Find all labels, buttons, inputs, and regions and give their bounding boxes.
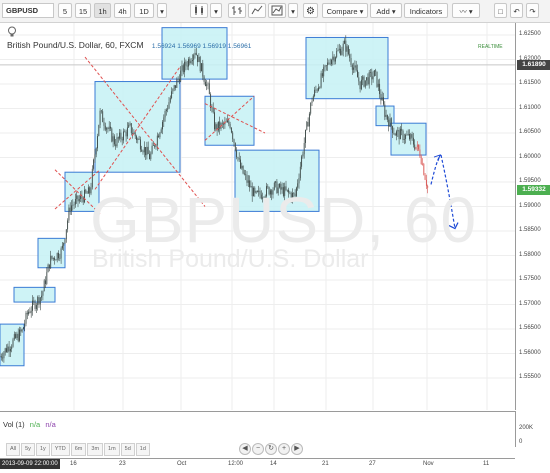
range-button-1m[interactable]: 1m [104,443,120,456]
price-tick: 1.58500 [519,227,541,233]
gear-icon: ⚙ [306,6,315,17]
volume-value-2: n/a [45,420,56,429]
range-button-5y[interactable]: 5y [21,443,35,456]
range-button-all[interactable]: All [6,443,21,456]
time-label: 16 [70,461,77,467]
price-tick: 1.62000 [519,55,541,62]
volume-axis: 200K 0 [515,411,550,447]
interval-dropdown-button[interactable]: ▾ [157,3,167,18]
area-chart-icon [251,5,263,15]
price-tick: 1.57000 [519,300,541,307]
templates-button[interactable]: 〰 ▾ [452,3,480,18]
chevron-down-icon: ▾ [391,7,396,16]
line-style-button[interactable] [268,3,286,18]
add-label: Add [376,7,390,16]
time-label: Nov [423,461,434,467]
price-marker-current: 1.59332 [517,185,550,196]
style-dropdown[interactable]: ▾ [288,3,298,18]
scroll-left-icon[interactable]: ◀ [239,443,251,455]
range-button-1y[interactable]: 1y [35,443,50,456]
time-label: 21 [322,461,329,467]
zoom-in-icon[interactable]: + [278,443,290,455]
range-button-3m[interactable]: 3m [87,443,104,456]
reset-icon[interactable]: ↻ [265,443,277,455]
line-chart-icon [271,5,283,16]
current-time-marker: 2013-09-09 22:00:00 [0,459,60,469]
price-tick: 1.60500 [519,129,541,135]
price-tick: 1.61000 [519,104,541,111]
volume-tick: 200K [519,425,534,431]
area-style-button[interactable] [248,3,266,18]
legend-ohlc: 1.56924 1.56969 1.56919 1.56961 [151,43,252,50]
compare-label: Compare [326,7,358,16]
undo-icon: ↶ [513,7,520,16]
chart-app: GBPUSD 5 15 1h 4h 1D ▾ ▾ ▾ ⚙ Compare ▾ A… [0,0,550,473]
name-watermark: British Pound/U.S. Dollar [92,245,369,273]
compare-button[interactable]: Compare ▾ [322,3,368,18]
symbol-search-input[interactable]: GBPUSD [2,3,54,18]
interval-1d-button[interactable]: 1D [134,3,154,18]
redo-icon: ↷ [529,7,536,16]
date-range-bar: All 5y 1y YTD 6m 3m 1m 5d 1d [6,442,151,456]
wave-icon: 〰 [459,7,467,16]
add-button[interactable]: Add ▾ [370,3,402,18]
price-tick: 1.61500 [519,80,541,86]
scroll-right-icon[interactable]: ▶ [291,443,303,455]
settings-button[interactable]: ⚙ [303,3,318,18]
price-tick: 1.56500 [519,325,541,331]
interval-15-button[interactable]: 15 [75,3,91,18]
volume-value-1: n/a [29,420,41,429]
range-button-5d[interactable]: 5d [120,443,135,456]
candles-icon [195,5,203,15]
volume-title: Vol (1) [3,420,25,429]
price-tick: 1.57500 [519,276,541,282]
time-axis[interactable] [0,458,515,473]
top-toolbar: GBPUSD 5 15 1h 4h 1D ▾ ▾ ▾ ⚙ Compare ▾ A… [0,0,550,23]
chart-style-button[interactable] [190,3,208,18]
zoom-out-icon[interactable]: − [252,443,264,455]
lightbulb-icon[interactable] [7,26,17,38]
interval-5-button[interactable]: 5 [58,3,72,18]
chevron-down-icon: ▾ [359,7,364,16]
price-axis[interactable]: 1.61890 1.59332 1.62500 1.62000 1.61500 1.6… [515,23,550,410]
fullscreen-button[interactable]: □ [494,3,507,18]
chevron-down-icon: ▾ [291,7,295,16]
price-tick: 1.56000 [519,349,541,356]
range-button-ytd[interactable]: YTD [50,443,70,456]
range-button-6m[interactable]: 6m [70,443,87,456]
price-tick: 1.60000 [519,153,541,160]
price-tick: 1.58000 [519,251,541,258]
chevron-down-icon: ▾ [214,7,218,16]
chart-legend: British Pound/U.S. Dollar, 60, FXCM 1.56… [7,40,251,50]
bar-style-button[interactable] [228,3,246,18]
redo-button[interactable]: ↷ [526,3,539,18]
chart-style-dropdown[interactable]: ▾ [210,3,222,18]
volume-tick-zero: 0 [519,439,523,445]
range-button-1d[interactable]: 1d [135,443,150,456]
volume-legend: Vol (1) n/a n/a [3,420,56,429]
time-label: Oct [177,461,187,467]
time-label: 11 [483,461,490,467]
chevron-down-icon: ▾ [160,7,164,16]
time-label: 14 [270,461,277,467]
price-tick: 1.55500 [519,374,541,380]
price-tick: 1.62500 [519,31,541,37]
legend-title: British Pound/U.S. Dollar, 60, FXCM [7,40,144,50]
interval-4h-button[interactable]: 4h [114,3,131,18]
chart-navigation: ◀ − ↻ + ▶ [239,442,304,455]
undo-button[interactable]: ↶ [510,3,523,18]
price-tick: 1.59500 [519,178,541,184]
time-label: 12:00 [228,461,244,467]
square-icon: □ [498,7,503,16]
chevron-down-icon: ▾ [468,7,473,16]
bars-icon [232,6,242,15]
time-label: 23 [119,461,126,467]
realtime-badge: REALTIME [478,44,503,50]
price-tick: 1.59000 [519,202,541,209]
time-label: 27 [369,461,376,467]
interval-1h-button[interactable]: 1h [94,3,111,18]
indicators-button[interactable]: Indicators [404,3,448,18]
